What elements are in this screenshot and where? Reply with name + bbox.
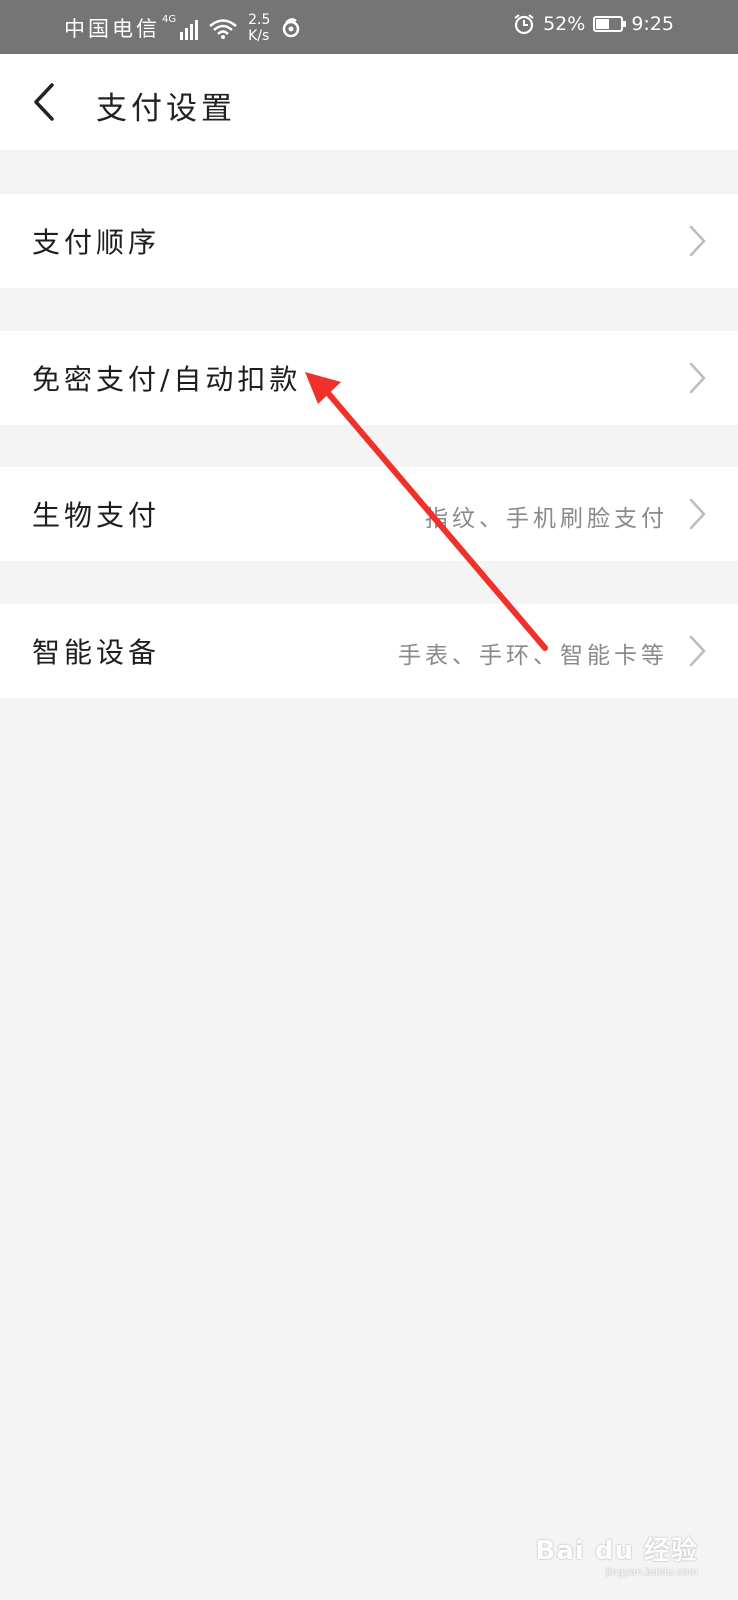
signal-icon <box>180 16 200 40</box>
net-speed-unit: K/s <box>248 28 270 44</box>
page-title: 支付设置 <box>96 91 236 127</box>
row-label: 免密支付/自动扣款 <box>32 363 302 396</box>
row-payment-order[interactable]: 支付顺序 <box>0 194 738 288</box>
row-value: 手表、手环、智能卡等 <box>398 643 668 669</box>
net-speed-value: 2.5 <box>248 12 271 28</box>
row-value: 指纹、手机刷脸支付 <box>425 506 668 532</box>
baidu-watermark: Bai du 经验 jingyan.baidu.com <box>536 1530 699 1578</box>
chevron-right-icon <box>689 635 706 667</box>
watermark-brand: Bai du 经验 <box>535 1536 698 1566</box>
row-password-free-payment[interactable]: 免密支付/自动扣款 <box>0 331 738 425</box>
chevron-left-icon[interactable] <box>30 82 64 122</box>
carrier-label: 中国电信 <box>64 17 160 41</box>
status-left: 中国电信 4G 2.5 K/s <box>64 12 302 44</box>
row-label: 生物支付 <box>32 499 161 532</box>
top-nav-bar: 支付设置 <box>0 54 738 150</box>
chevron-right-icon <box>689 362 706 394</box>
row-biometric-payment[interactable]: 生物支付 指纹、手机刷脸支付 <box>0 467 738 561</box>
status-bar: 中国电信 4G 2.5 K/s 52% 9:25 <box>0 0 738 54</box>
network-type: 4G <box>162 13 177 25</box>
clock: 9:25 <box>631 13 674 35</box>
battery-percent: 52% <box>543 13 586 35</box>
chevron-right-icon <box>689 225 706 257</box>
alarm-icon <box>514 14 534 35</box>
chevron-right-icon <box>689 498 706 530</box>
battery-icon <box>593 16 627 32</box>
watermark-domain: jingyan.baidu.com <box>605 1567 698 1578</box>
app-notification-icon <box>283 18 300 38</box>
net-speed: 2.5 K/s <box>248 12 270 44</box>
row-label: 智能设备 <box>32 636 161 669</box>
row-smart-devices[interactable]: 智能设备 手表、手环、智能卡等 <box>0 604 738 698</box>
row-label: 支付顺序 <box>32 226 161 259</box>
status-right: 52% 9:25 <box>513 13 674 35</box>
wifi-icon <box>209 19 237 39</box>
